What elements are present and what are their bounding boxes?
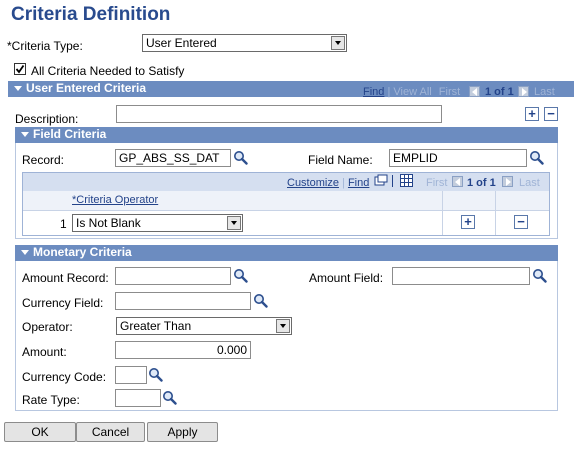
grid-find-link[interactable]: Find bbox=[348, 177, 369, 189]
grid-next-icon[interactable] bbox=[502, 176, 513, 187]
currency-code-lookup-icon[interactable] bbox=[148, 367, 163, 382]
monetary-criteria-header[interactable]: Monetary Criteria bbox=[15, 245, 558, 261]
checkmark-icon bbox=[15, 64, 25, 74]
amount-field-label: Amount Field: bbox=[309, 271, 384, 285]
amount-field-input[interactable] bbox=[392, 267, 530, 285]
add-row-icon[interactable]: + bbox=[525, 107, 539, 121]
field-criteria-header-label: Field Criteria bbox=[33, 127, 107, 141]
description-field[interactable] bbox=[116, 105, 442, 123]
operator-select[interactable]: Greater Than bbox=[116, 317, 292, 335]
operator-label: Operator: bbox=[22, 320, 73, 334]
grid-count: 1 of 1 bbox=[467, 177, 496, 189]
operator-value: Greater Than bbox=[120, 319, 192, 333]
collapse-triangle-icon bbox=[21, 132, 29, 137]
amount-record-field[interactable] bbox=[115, 267, 231, 285]
row-count: 1 of 1 bbox=[485, 86, 514, 98]
grid-col-divider bbox=[495, 191, 496, 235]
field-name-label: Field Name: bbox=[308, 153, 373, 167]
cancel-button[interactable]: Cancel bbox=[76, 422, 145, 442]
last-label: Last bbox=[534, 86, 555, 98]
amount-record-lookup-icon[interactable] bbox=[233, 268, 248, 283]
user-entered-nav: Find | View All First bbox=[363, 86, 460, 98]
criteria-type-value: User Entered bbox=[146, 36, 217, 50]
row-number: 1 bbox=[60, 217, 67, 231]
view-all-link[interactable]: View All bbox=[393, 86, 431, 98]
currency-field-label: Currency Field: bbox=[22, 296, 104, 310]
ok-button[interactable]: OK bbox=[4, 422, 76, 442]
user-entered-header-label: User Entered Criteria bbox=[26, 81, 147, 95]
currency-code-field[interactable] bbox=[115, 366, 147, 384]
criteria-operator-column-header[interactable]: *Criteria Operator bbox=[72, 194, 158, 206]
grid-nav: Customize | Find bbox=[287, 177, 369, 189]
record-label: Record: bbox=[22, 153, 65, 167]
add-row-icon[interactable]: + bbox=[461, 215, 475, 229]
grid-last-label: Last bbox=[519, 177, 540, 189]
find-link[interactable]: Find bbox=[363, 86, 384, 98]
criteria-operator-select[interactable]: Is Not Blank bbox=[72, 214, 243, 232]
customize-link[interactable]: Customize bbox=[287, 177, 339, 189]
amount-label: Amount: bbox=[22, 345, 67, 359]
new-window-icon[interactable] bbox=[374, 174, 388, 187]
grid-col-divider bbox=[442, 191, 443, 235]
criteria-type-select[interactable]: User Entered bbox=[142, 34, 347, 52]
record-field[interactable]: GP_ABS_SS_DAT bbox=[115, 149, 231, 167]
field-name-field[interactable]: EMPLID bbox=[389, 149, 527, 167]
field-name-lookup-icon[interactable] bbox=[529, 150, 544, 165]
nav-separator: | bbox=[342, 177, 345, 189]
chevron-down-icon bbox=[227, 216, 241, 230]
next-icon[interactable] bbox=[518, 86, 529, 97]
user-entered-count: 1 of 1 bbox=[485, 86, 514, 98]
record-lookup-icon[interactable] bbox=[233, 150, 248, 165]
grid-row-count: 1 of 1 bbox=[467, 177, 496, 189]
nav-separator: | bbox=[387, 86, 391, 98]
monetary-criteria-header-label: Monetary Criteria bbox=[33, 245, 132, 259]
chevron-down-icon bbox=[276, 319, 290, 333]
rate-type-label: Rate Type: bbox=[22, 393, 80, 407]
collapse-triangle-icon bbox=[14, 86, 22, 91]
grid-row-divider bbox=[23, 210, 549, 211]
collapse-triangle-icon bbox=[21, 250, 29, 255]
first-label: First bbox=[438, 86, 461, 98]
amount-field[interactable]: 0.000 bbox=[115, 341, 251, 359]
previous-icon[interactable] bbox=[469, 86, 480, 97]
delete-row-icon[interactable]: − bbox=[514, 215, 528, 229]
field-criteria-header[interactable]: Field Criteria bbox=[15, 127, 558, 143]
all-criteria-checkbox[interactable] bbox=[14, 63, 26, 75]
criteria-type-label: *Criteria Type: bbox=[7, 39, 83, 53]
apply-button[interactable]: Apply bbox=[147, 422, 218, 442]
currency-code-label: Currency Code: bbox=[22, 370, 107, 384]
all-criteria-label: All Criteria Needed to Satisfy bbox=[31, 64, 185, 78]
amount-record-label: Amount Record: bbox=[22, 271, 109, 285]
chevron-down-icon bbox=[331, 36, 345, 50]
download-grid-icon[interactable] bbox=[400, 174, 413, 187]
delete-row-icon[interactable]: − bbox=[544, 107, 558, 121]
description-label: Description: bbox=[15, 112, 79, 126]
currency-field-input[interactable] bbox=[115, 292, 251, 310]
nav-divider bbox=[392, 175, 393, 187]
amount-field-lookup-icon[interactable] bbox=[532, 268, 547, 283]
rate-type-lookup-icon[interactable] bbox=[162, 390, 177, 405]
grid-previous-icon[interactable] bbox=[452, 176, 463, 187]
rate-type-field[interactable] bbox=[115, 389, 161, 407]
criteria-operator-value: Is Not Blank bbox=[76, 216, 141, 230]
currency-field-lookup-icon[interactable] bbox=[253, 293, 268, 308]
page-title: Criteria Definition bbox=[11, 4, 171, 25]
grid-first-label: First bbox=[426, 177, 448, 189]
